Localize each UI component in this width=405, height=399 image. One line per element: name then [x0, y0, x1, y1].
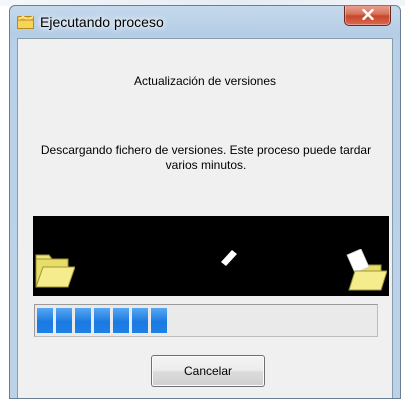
- dialog-client-area: Actualización de versiones Descargando f…: [17, 38, 393, 398]
- progress-dialog-window: Ejecutando proceso Actualización de vers…: [9, 5, 401, 399]
- cancel-button[interactable]: Cancelar: [151, 355, 265, 387]
- window-title: Ejecutando proceso: [40, 14, 164, 30]
- dialog-message: Descargando fichero de versiones. Este p…: [40, 143, 372, 172]
- close-button[interactable]: [344, 6, 391, 26]
- progress-block: [56, 308, 72, 333]
- progress-fill: [37, 308, 167, 333]
- progress-block: [151, 308, 167, 333]
- download-progress-bar: [34, 304, 378, 337]
- app-folder-icon: [17, 15, 34, 29]
- dialog-heading: Actualización de versiones: [133, 74, 277, 88]
- progress-block: [75, 308, 91, 333]
- progress-block: [132, 308, 148, 333]
- progress-block: [37, 308, 53, 333]
- folder-icon: [35, 254, 75, 288]
- file-transfer-animation: [33, 216, 389, 296]
- flying-document-icon: [221, 250, 237, 266]
- progress-block: [94, 308, 110, 333]
- folder-with-document-icon: [346, 249, 387, 291]
- title-bar[interactable]: Ejecutando proceso: [10, 6, 400, 38]
- progress-block: [113, 308, 129, 333]
- close-icon: [362, 9, 374, 20]
